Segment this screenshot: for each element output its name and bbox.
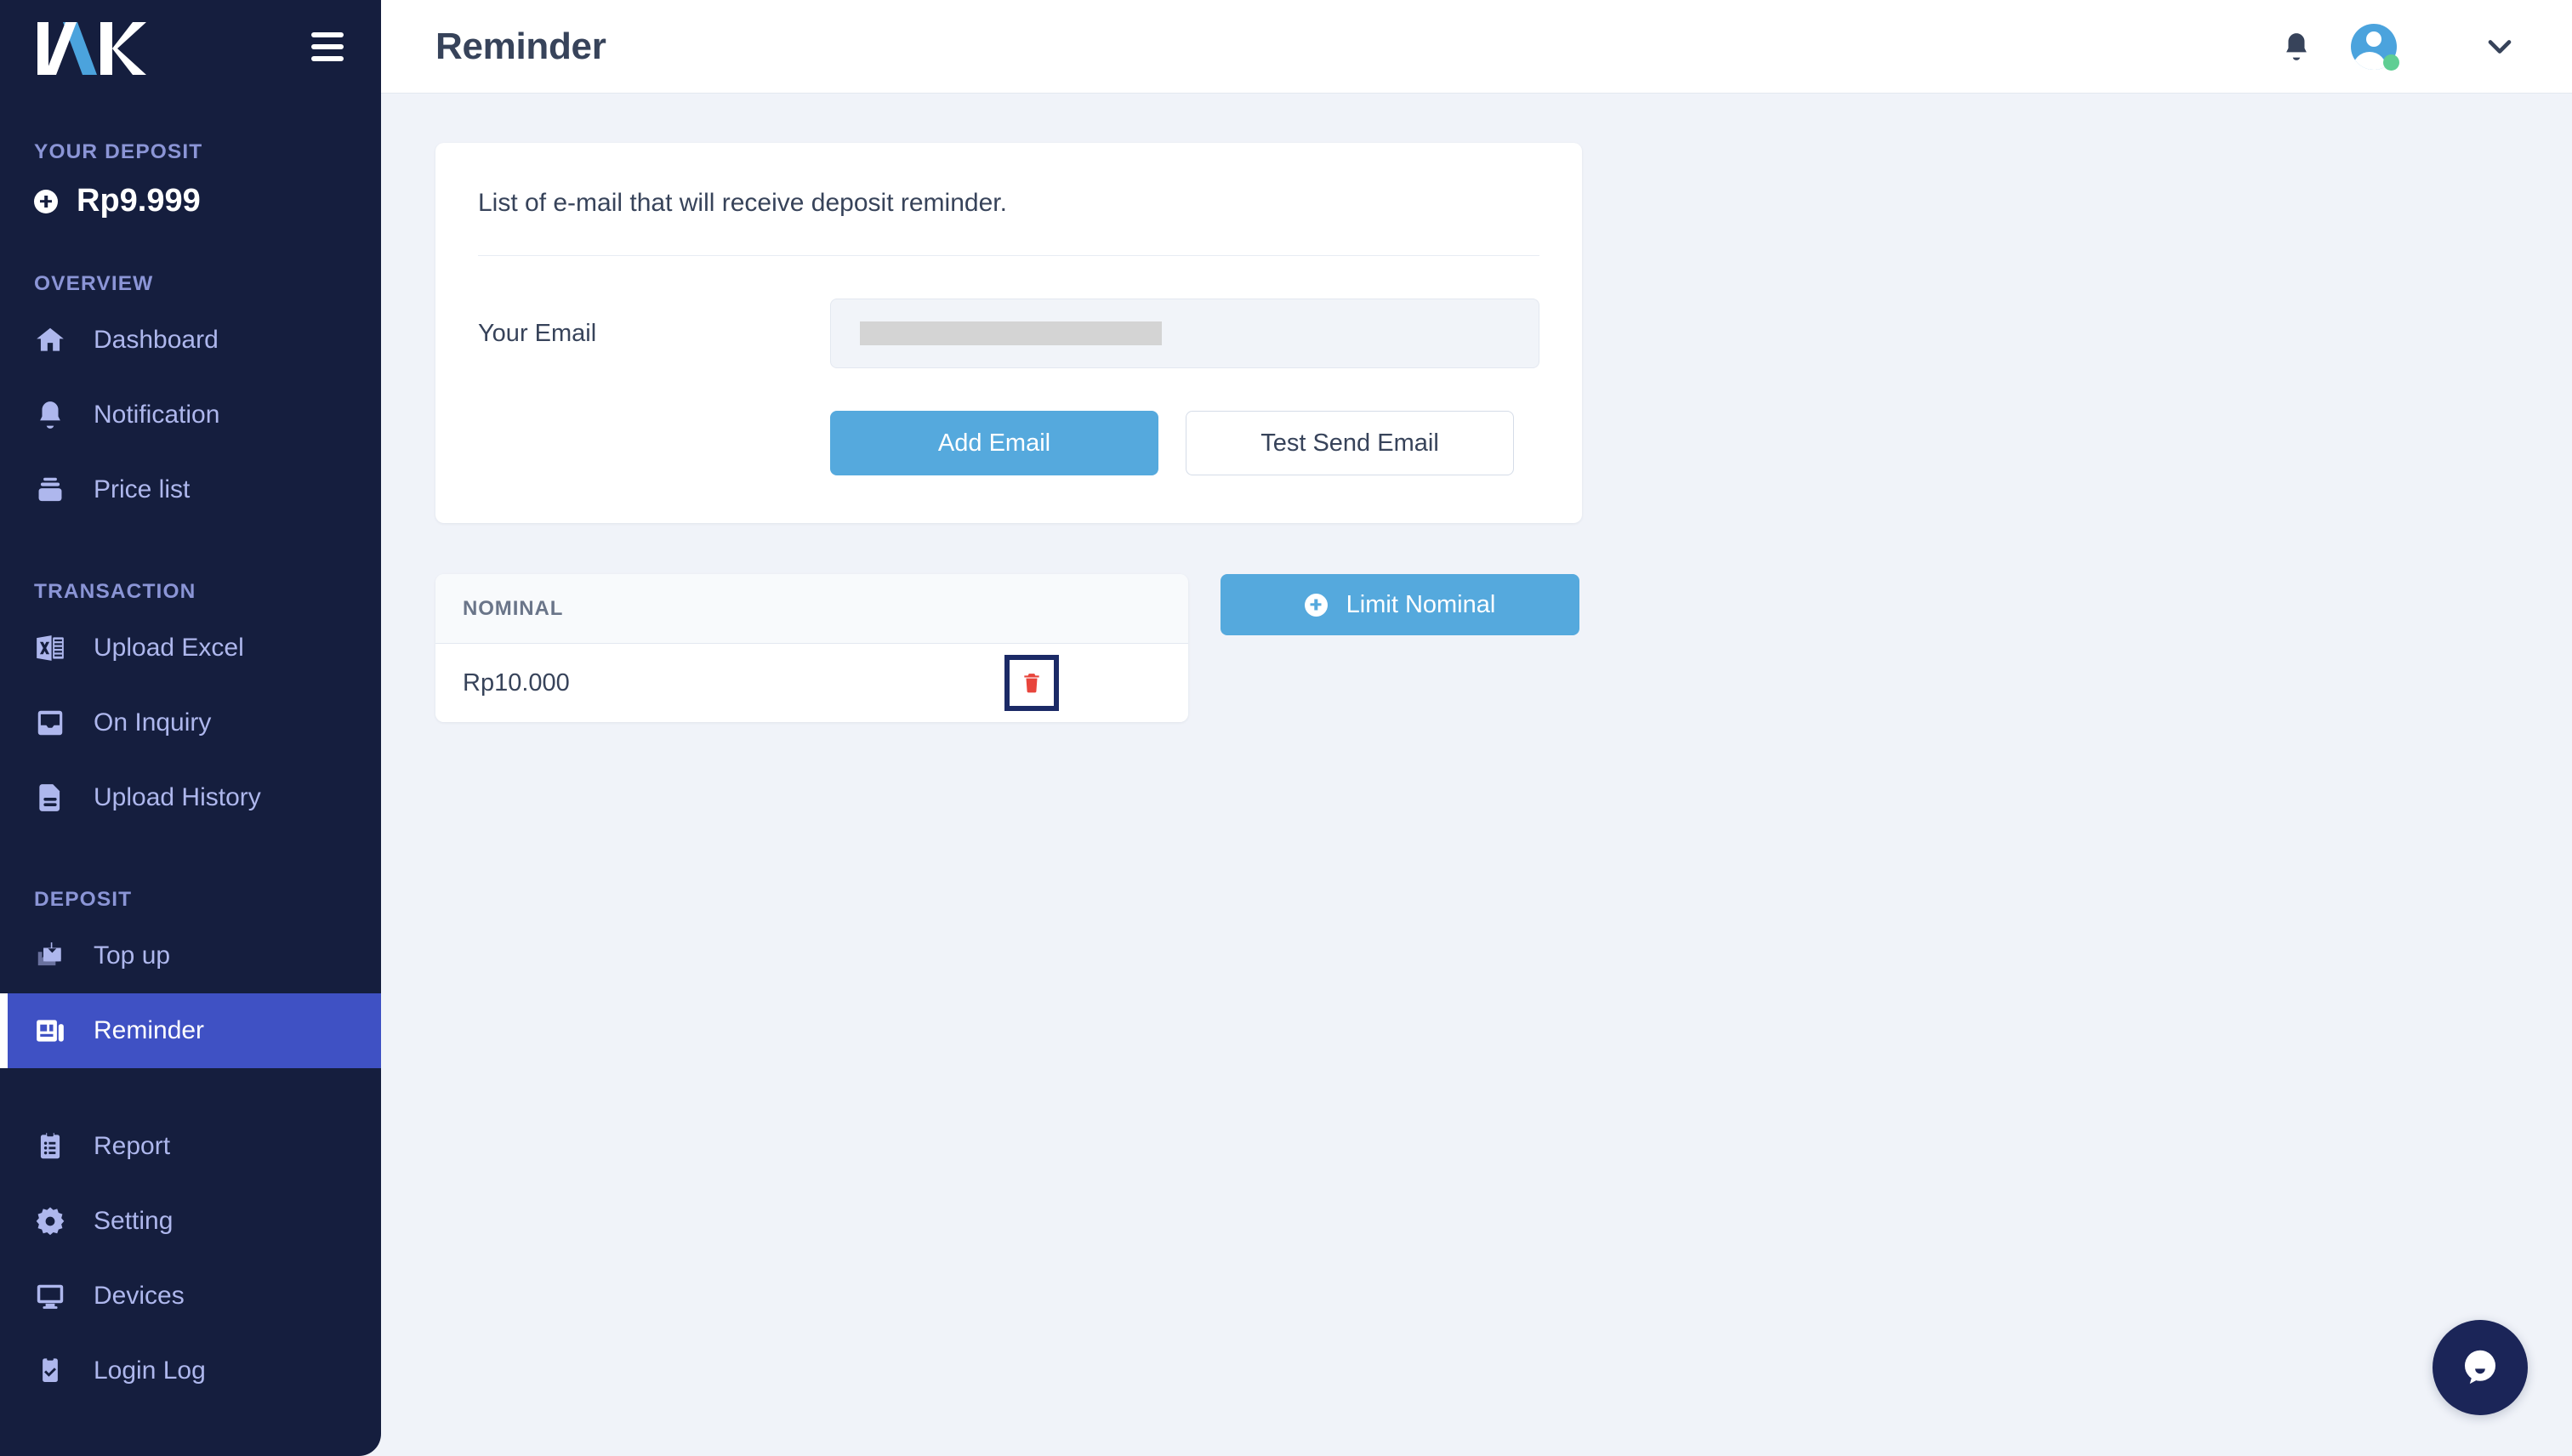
deposit-amount: Rp9.999	[77, 183, 201, 219]
cell-nominal: Rp10.000	[463, 668, 570, 697]
main-area: Reminder List of e-mail that will receiv…	[381, 0, 2572, 1456]
nominal-section: NOMINAL Rp10.000 Limit Nominal	[435, 574, 2572, 722]
page-title: Reminder	[435, 25, 606, 67]
sidebar-item-label: Price list	[94, 475, 191, 503]
deposit-balance[interactable]: Rp9.999	[0, 183, 381, 219]
redacted-email-value	[860, 321, 1162, 345]
chat-widget-button[interactable]	[2433, 1320, 2528, 1415]
sidebar-item-label: Top up	[94, 941, 171, 970]
table-header-row: NOMINAL	[435, 574, 1188, 644]
sidebar-item-setting[interactable]: Setting	[0, 1184, 381, 1259]
logo-icon	[37, 22, 146, 75]
home-icon	[34, 324, 66, 356]
group-label-deposit: DEPOSIT	[34, 888, 133, 911]
bell-icon	[34, 399, 66, 431]
hamburger-bar	[311, 32, 344, 37]
page-content: List of e-mail that will receive deposit…	[381, 94, 2572, 1456]
hamburger-menu-button[interactable]	[310, 27, 345, 66]
sidebar: YOUR DEPOSIT Rp9.999 OVERVIEW Dashboard …	[0, 0, 381, 1456]
card-title: List of e-mail that will receive deposit…	[478, 189, 1539, 256]
sidebar-item-on-inquiry[interactable]: On Inquiry	[0, 685, 381, 760]
sidebar-divider-gap	[0, 1068, 381, 1109]
email-form-row: Your Email	[478, 299, 1539, 368]
sidebar-item-label: Notification	[94, 401, 220, 429]
email-field-label: Your Email	[478, 319, 597, 347]
group-label-overview: OVERVIEW	[34, 272, 154, 295]
sidebar-item-label: Upload History	[94, 783, 261, 811]
table-row: Rp10.000	[435, 644, 1188, 722]
sidebar-item-notification[interactable]: Notification	[0, 378, 381, 452]
sidebar-item-login-log[interactable]: Login Log	[0, 1334, 381, 1408]
clipboard-check-icon	[34, 1355, 66, 1387]
sidebar-header	[0, 0, 381, 94]
plus-circle-icon	[1304, 593, 1328, 617]
sidebar-item-label: Reminder	[94, 1016, 205, 1044]
sidebar-item-report[interactable]: Report	[0, 1109, 381, 1184]
gear-icon	[34, 1205, 66, 1237]
bell-icon	[2286, 32, 2307, 60]
price-list-icon	[34, 474, 66, 506]
limit-nominal-button[interactable]: Limit Nominal	[1221, 574, 1579, 635]
notification-bell-button[interactable]	[2256, 30, 2337, 64]
monitor-icon	[34, 1280, 66, 1312]
avatar[interactable]	[2351, 23, 2399, 71]
excel-icon	[34, 632, 66, 664]
sidebar-item-label: On Inquiry	[94, 708, 212, 737]
sidebar-item-label: Setting	[94, 1207, 174, 1235]
sidebar-item-label: Dashboard	[94, 326, 219, 354]
sidebar-item-label: Devices	[94, 1282, 185, 1310]
status-online-dot	[2383, 54, 2399, 71]
sidebar-item-devices[interactable]: Devices	[0, 1259, 381, 1334]
hamburger-bar	[311, 56, 344, 61]
email-input[interactable]	[830, 299, 1539, 368]
sidebar-item-upload-history[interactable]: Upload History	[0, 760, 381, 835]
plus-circle-icon	[34, 189, 58, 213]
top-bar-actions	[2256, 23, 2524, 71]
clipboard-list-icon	[34, 1130, 66, 1163]
sidebar-item-label: Upload Excel	[94, 634, 244, 662]
iak-logo[interactable]	[37, 19, 146, 75]
group-label-transaction: TRANSACTION	[34, 580, 196, 603]
column-header-nominal: NOMINAL	[463, 596, 564, 620]
test-send-email-button[interactable]: Test Send Email	[1186, 411, 1514, 475]
topup-icon	[34, 940, 66, 972]
account-menu-button[interactable]	[2397, 37, 2524, 56]
sidebar-item-top-up[interactable]: Top up	[0, 919, 381, 993]
sidebar-item-dashboard[interactable]: Dashboard	[0, 303, 381, 378]
nominal-table: NOMINAL Rp10.000	[435, 574, 1188, 722]
sidebar-item-label: Login Log	[94, 1356, 206, 1385]
sidebar-item-reminder[interactable]: Reminder	[0, 993, 381, 1068]
trash-icon	[1024, 674, 1039, 693]
deposit-section-label: YOUR DEPOSIT	[34, 140, 203, 163]
limit-nominal-label: Limit Nominal	[1346, 590, 1496, 618]
chat-bubble-icon	[2465, 1350, 2495, 1385]
add-email-button[interactable]: Add Email	[830, 411, 1158, 475]
top-bar: Reminder	[381, 0, 2572, 94]
sidebar-item-price-list[interactable]: Price list	[0, 452, 381, 527]
reminder-icon	[34, 1015, 66, 1047]
email-reminder-card: List of e-mail that will receive deposit…	[435, 143, 1582, 523]
chevron-down-icon	[2488, 39, 2512, 54]
delete-nominal-button[interactable]	[1004, 655, 1059, 711]
email-actions: Add Email Test Send Email	[478, 411, 1539, 475]
document-icon	[34, 782, 66, 814]
hamburger-bar	[311, 44, 344, 49]
sidebar-item-upload-excel[interactable]: Upload Excel	[0, 611, 381, 685]
inbox-icon	[34, 707, 66, 739]
sidebar-item-label: Report	[94, 1132, 171, 1160]
app-root: YOUR DEPOSIT Rp9.999 OVERVIEW Dashboard …	[0, 0, 2572, 1456]
